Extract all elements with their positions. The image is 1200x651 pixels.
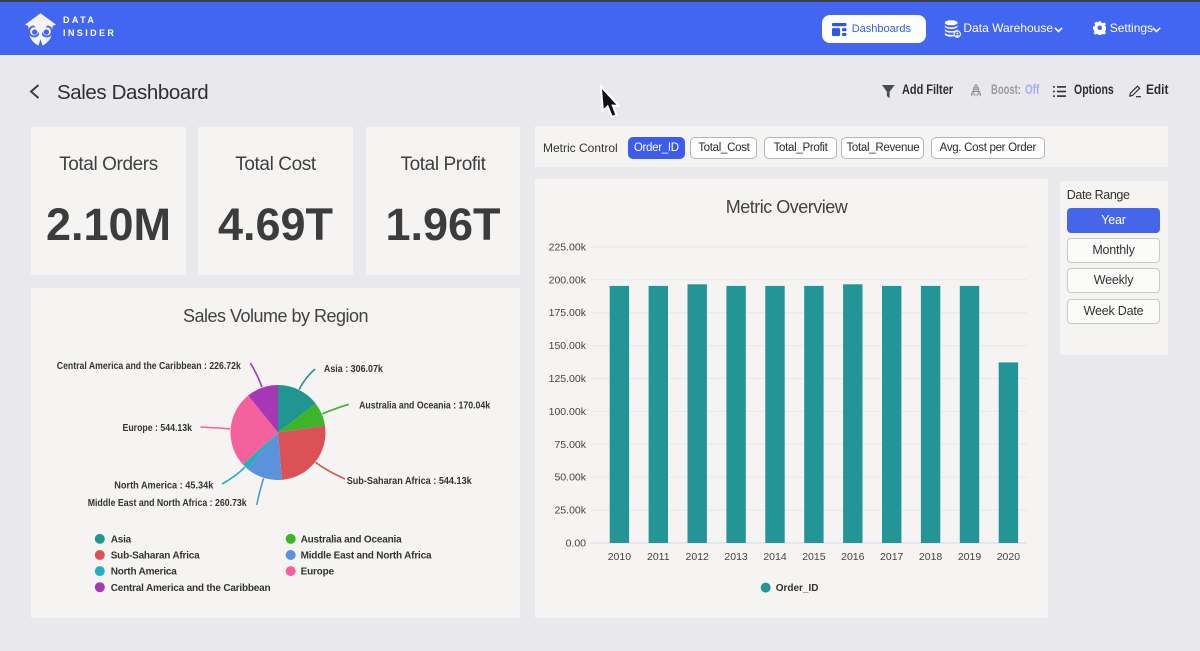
- svg-text:Europe : 544.13k: Europe : 544.13k: [123, 423, 193, 434]
- svg-text:225.00k: 225.00k: [549, 241, 587, 253]
- svg-text:2011: 2011: [647, 551, 670, 563]
- svg-text:150.00k: 150.00k: [549, 340, 587, 352]
- svg-text:25.00k: 25.00k: [554, 505, 586, 517]
- svg-text:North America : 45.34k: North America : 45.34k: [114, 480, 213, 491]
- svg-text:Central America and the Caribb: Central America and the Caribbean : 226.…: [57, 361, 241, 372]
- svg-text:North America: North America: [111, 567, 178, 578]
- svg-text:2017: 2017: [880, 551, 904, 563]
- svg-text:Asia : 306.07k: Asia : 306.07k: [324, 364, 383, 375]
- svg-text:Middle East and North Africa: Middle East and North Africa: [301, 551, 432, 562]
- svg-text:Australia and Oceania : 170.04: Australia and Oceania : 170.04k: [359, 401, 490, 412]
- svg-text:Sub-Saharan Africa: Sub-Saharan Africa: [111, 551, 200, 562]
- svg-text:0.00: 0.00: [566, 538, 587, 550]
- svg-text:Central America and the Caribb: Central America and the Caribbean: [111, 583, 271, 594]
- svg-text:2018: 2018: [919, 551, 943, 563]
- svg-text:2014: 2014: [763, 551, 787, 563]
- svg-text:2019: 2019: [958, 551, 982, 563]
- svg-text:50.00k: 50.00k: [554, 472, 586, 484]
- svg-text:Order_ID: Order_ID: [776, 583, 819, 594]
- svg-text:Europe: Europe: [301, 567, 335, 578]
- svg-text:75.00k: 75.00k: [554, 439, 586, 451]
- svg-text:125.00k: 125.00k: [549, 373, 587, 385]
- svg-text:Asia: Asia: [111, 535, 132, 546]
- svg-text:Middle East and North Africa :: Middle East and North Africa : 260.73k: [88, 498, 247, 509]
- svg-text:2010: 2010: [608, 551, 632, 563]
- svg-text:2015: 2015: [802, 551, 826, 563]
- svg-text:175.00k: 175.00k: [549, 307, 587, 319]
- svg-text:100.00k: 100.00k: [549, 406, 587, 418]
- svg-text:2016: 2016: [841, 551, 865, 563]
- svg-text:200.00k: 200.00k: [549, 274, 587, 286]
- svg-text:2013: 2013: [724, 551, 748, 563]
- svg-text:2012: 2012: [686, 551, 710, 563]
- svg-text:Sub-Saharan Africa : 544.13k: Sub-Saharan Africa : 544.13k: [347, 476, 472, 487]
- svg-text:2020: 2020: [997, 551, 1021, 563]
- svg-text:Australia and Oceania: Australia and Oceania: [301, 535, 402, 546]
